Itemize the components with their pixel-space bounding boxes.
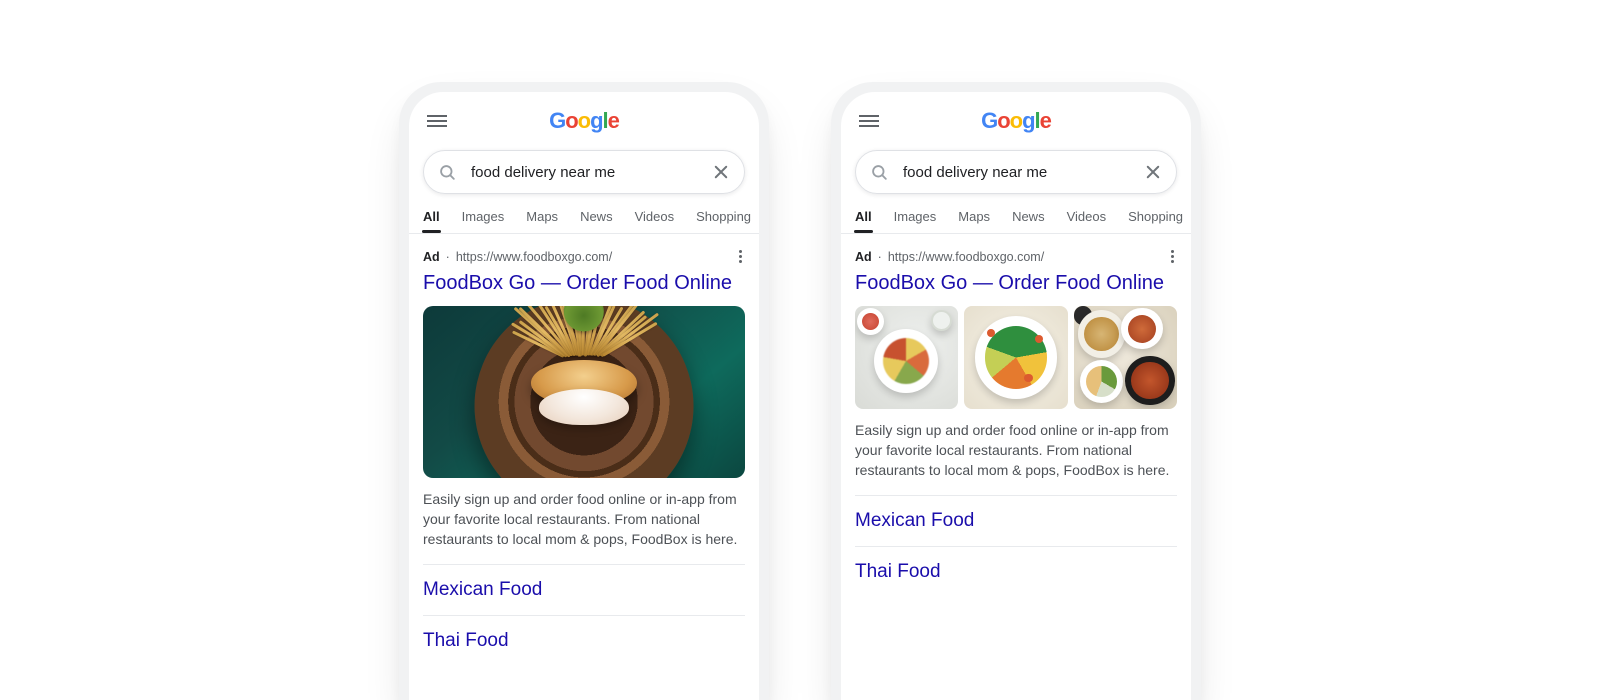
phone-b: Google All Images Maps News Videos [831, 82, 1201, 700]
ad-url[interactable]: https://www.foodboxgo.com/ [888, 250, 1044, 264]
search-icon [870, 163, 889, 182]
logo-letter: g [1022, 110, 1034, 132]
ad-description: Easily sign up and order food online or … [423, 490, 745, 550]
ad-separator: · [446, 250, 450, 264]
search-input[interactable] [469, 163, 700, 182]
tab-images[interactable]: Images [462, 209, 505, 233]
ad-image-3[interactable] [1074, 306, 1177, 409]
ad-image-1[interactable] [855, 306, 958, 409]
tab-news[interactable]: News [1012, 209, 1045, 233]
header: Google [409, 98, 759, 144]
tab-all[interactable]: All [855, 209, 872, 233]
tab-shopping[interactable]: Shopping [1128, 209, 1183, 233]
sitelink[interactable]: Mexican Food [855, 495, 1177, 546]
ad-result: Ad · https://www.foodboxgo.com/ FoodBox … [841, 234, 1191, 597]
logo-letter: G [981, 110, 997, 132]
ad-description: Easily sign up and order food online or … [855, 421, 1177, 481]
clear-icon[interactable] [1144, 163, 1162, 181]
logo-letter: o [565, 110, 577, 132]
more-icon[interactable] [1168, 248, 1177, 265]
ad-sitelinks: Mexican Food Thai Food [423, 564, 745, 666]
logo-letter: G [549, 110, 565, 132]
ad-result: Ad · https://www.foodboxgo.com/ FoodBox … [409, 234, 759, 666]
search-input[interactable] [901, 163, 1132, 182]
ad-hero-image[interactable] [423, 306, 745, 478]
logo-letter: e [608, 110, 619, 132]
phone-b-screen: Google All Images Maps News Videos [841, 92, 1191, 700]
ad-badge: Ad [855, 250, 872, 264]
tab-news[interactable]: News [580, 209, 613, 233]
sitelink[interactable]: Mexican Food [423, 564, 745, 615]
google-logo[interactable]: Google [549, 110, 619, 132]
logo-letter: o [1010, 110, 1022, 132]
tab-shopping[interactable]: Shopping [696, 209, 751, 233]
google-logo[interactable]: Google [981, 110, 1051, 132]
logo-letter: g [590, 110, 602, 132]
sitelink[interactable]: Thai Food [423, 615, 745, 666]
search-tabs: All Images Maps News Videos Shopping [841, 204, 1191, 234]
ad-image-2[interactable] [964, 306, 1067, 409]
logo-letter: o [997, 110, 1009, 132]
phone-a-frame: Google All Images Maps News Videos [399, 82, 769, 700]
tab-all[interactable]: All [423, 209, 440, 233]
logo-letter: e [1040, 110, 1051, 132]
menu-icon[interactable] [427, 112, 447, 130]
ad-title[interactable]: FoodBox Go — Order Food Online [423, 271, 745, 296]
ad-image-row [855, 306, 1177, 409]
ad-url[interactable]: https://www.foodboxgo.com/ [456, 250, 612, 264]
search-tabs: All Images Maps News Videos Shopping [409, 204, 759, 234]
more-icon[interactable] [736, 248, 745, 265]
tab-videos[interactable]: Videos [1067, 209, 1107, 233]
stage: Google All Images Maps News Videos [0, 0, 1600, 700]
search-bar [409, 144, 759, 204]
tab-images[interactable]: Images [894, 209, 937, 233]
ad-badge: Ad [423, 250, 440, 264]
ad-sitelinks: Mexican Food Thai Food [855, 495, 1177, 597]
search-bar [841, 144, 1191, 204]
ad-meta: Ad · https://www.foodboxgo.com/ [855, 248, 1177, 265]
phone-a: Google All Images Maps News Videos [399, 82, 769, 700]
logo-letter: o [578, 110, 590, 132]
ad-meta: Ad · https://www.foodboxgo.com/ [423, 248, 745, 265]
phone-b-frame: Google All Images Maps News Videos [831, 82, 1201, 700]
ad-separator: · [878, 250, 882, 264]
tab-maps[interactable]: Maps [958, 209, 990, 233]
ad-title[interactable]: FoodBox Go — Order Food Online [855, 271, 1177, 296]
tab-videos[interactable]: Videos [635, 209, 675, 233]
tab-maps[interactable]: Maps [526, 209, 558, 233]
menu-icon[interactable] [859, 112, 879, 130]
sitelink[interactable]: Thai Food [855, 546, 1177, 597]
phone-a-screen: Google All Images Maps News Videos [409, 92, 759, 700]
clear-icon[interactable] [712, 163, 730, 181]
header: Google [841, 98, 1191, 144]
search-icon [438, 163, 457, 182]
